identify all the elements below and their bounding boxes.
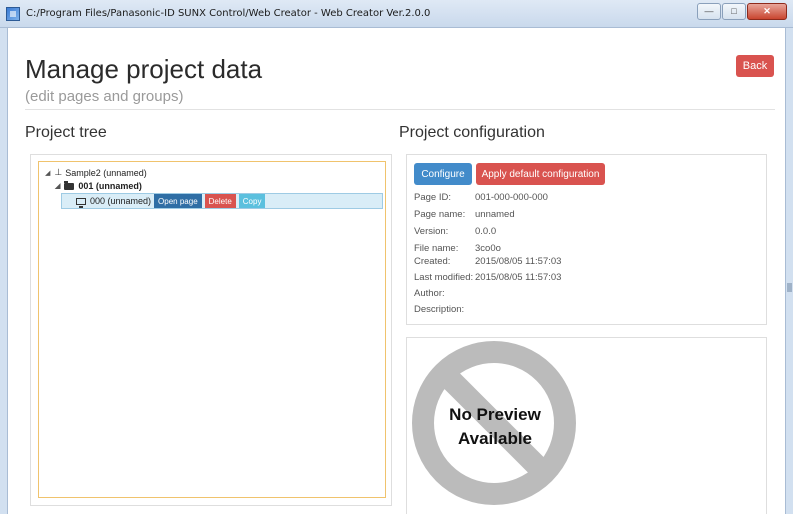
no-preview-line1: No Preview [449, 405, 541, 424]
no-symbol-icon [412, 341, 576, 505]
no-preview-line2: Available [457, 429, 533, 448]
